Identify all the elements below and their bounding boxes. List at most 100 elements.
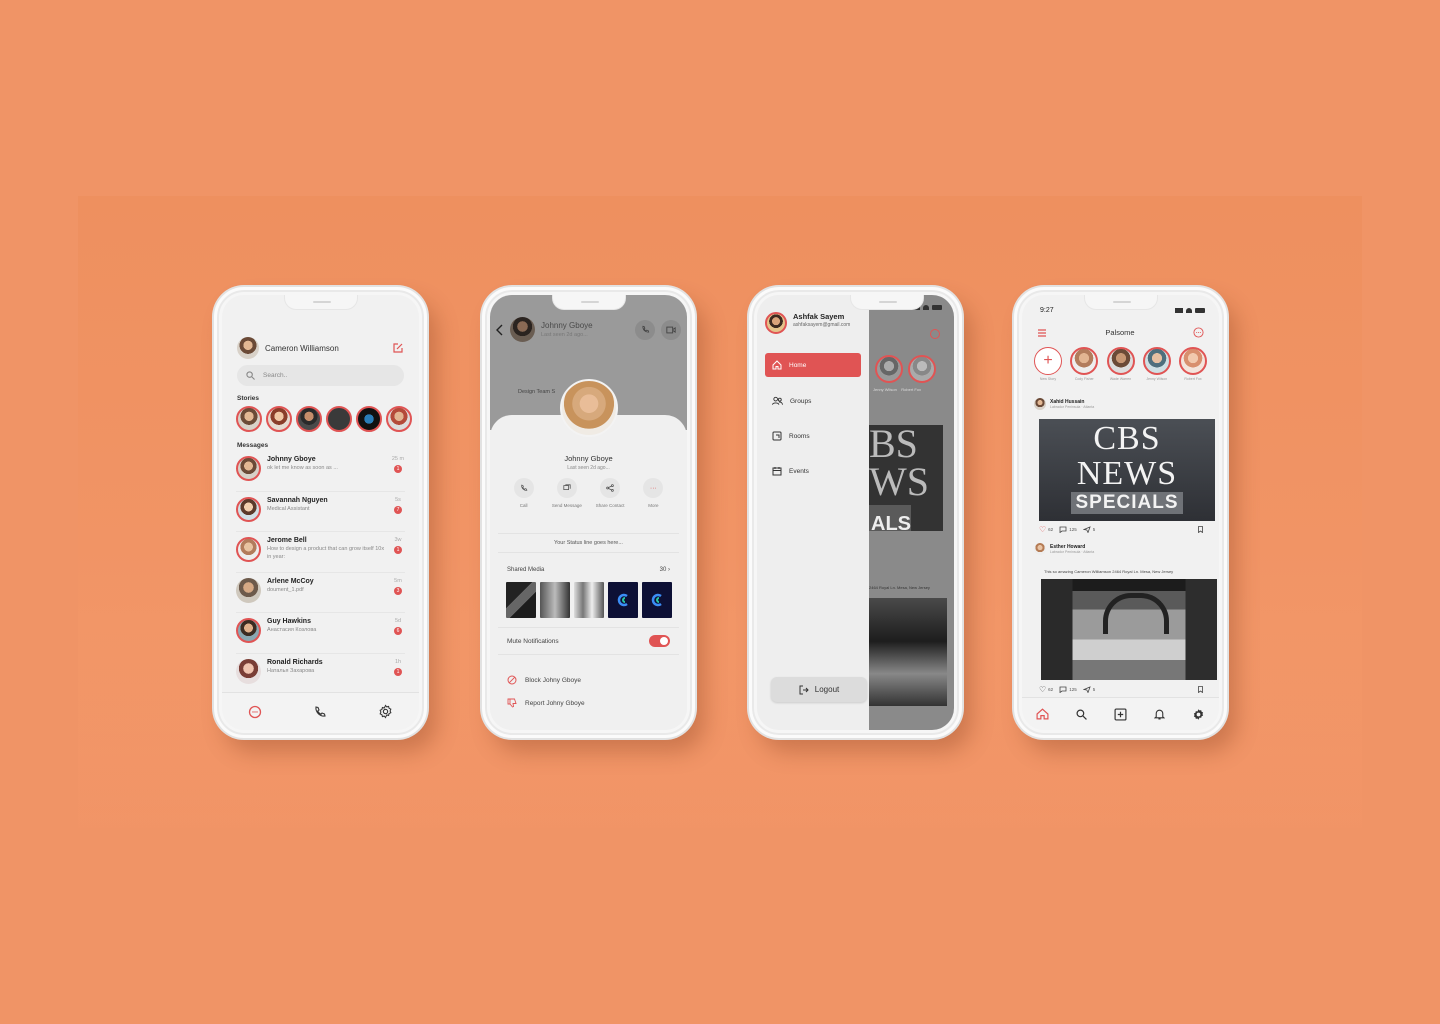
- message-preview: How to design a product that can grow it…: [267, 546, 385, 560]
- post-actions: ♡ 62 125 5: [1039, 525, 1203, 534]
- share-button[interactable]: 5: [1082, 526, 1095, 533]
- post-location: Labrador Peninsula · Atlanta: [1050, 405, 1095, 409]
- menu-item-events[interactable]: Events: [765, 459, 861, 483]
- profile-last-seen: Last seen 2d ago...: [567, 465, 610, 471]
- report-label: Report Johny Gboye: [525, 699, 585, 707]
- search-input[interactable]: Search..: [237, 365, 404, 386]
- phone-icon[interactable]: [313, 705, 327, 719]
- feed-header: Palsome: [1037, 327, 1204, 338]
- media-thumbnail[interactable]: [506, 582, 536, 618]
- bookmark-icon[interactable]: [1198, 526, 1203, 533]
- chat-icon[interactable]: [248, 705, 262, 719]
- rooms-icon: [772, 431, 782, 441]
- mute-toggle[interactable]: [649, 635, 670, 647]
- media-thumbnail[interactable]: [574, 582, 604, 618]
- messages-label: Messages: [237, 442, 269, 449]
- logout-icon: [799, 685, 809, 695]
- menu-item-rooms[interactable]: Rooms: [765, 424, 861, 448]
- media-thumbnail[interactable]: [608, 582, 638, 618]
- message-row[interactable]: Johnny Gboye ok let me know as soon as ..…: [236, 451, 405, 492]
- image-text: NEWS: [1076, 455, 1178, 492]
- avatar[interactable]: [237, 337, 259, 359]
- gear-icon[interactable]: [378, 704, 393, 719]
- send-message-action[interactable]: Send Message: [547, 478, 587, 510]
- post-header[interactable]: Esther Howard Labrador Peninsula · Atlant…: [1034, 543, 1094, 555]
- mute-notifications-row: Mute Notifications: [498, 627, 679, 655]
- video-call-button[interactable]: [661, 319, 681, 340]
- profile-photo[interactable]: [560, 379, 618, 437]
- send-icon: [1082, 686, 1091, 693]
- story-avatar[interactable]: [266, 406, 292, 432]
- message-row[interactable]: Arlene McCoy doument_1.pdf 5m 3: [236, 573, 405, 613]
- bell-icon[interactable]: [1154, 708, 1166, 720]
- call-action[interactable]: Call: [504, 478, 544, 510]
- back-icon[interactable]: [496, 324, 504, 336]
- drawer-profile[interactable]: Ashfak Sayem ashfaksayem@gmail.com: [765, 312, 857, 334]
- story-avatar: [1142, 347, 1171, 375]
- news-text: BS: [869, 425, 918, 466]
- block-contact-button[interactable]: Block Johny Gboye: [507, 675, 581, 685]
- heart-icon: ♡: [1039, 685, 1047, 694]
- like-count: 62: [1048, 527, 1054, 532]
- more-action[interactable]: ··· More: [633, 478, 673, 510]
- call-button[interactable]: [635, 319, 655, 340]
- action-label: Send Message: [551, 503, 582, 508]
- menu-item-groups[interactable]: Groups: [765, 389, 861, 413]
- report-contact-button[interactable]: Report Johny Gboye: [507, 698, 585, 708]
- contact-name: Johnny Gboye: [267, 456, 316, 463]
- stories-label: Stories: [237, 395, 260, 402]
- message-row[interactable]: Guy Hawkins Анастасия Козлова 5d 6: [236, 613, 405, 654]
- wifi-icon: [1186, 308, 1192, 313]
- message-time: 25 m: [391, 456, 405, 462]
- share-contact-action[interactable]: Share Contact: [590, 478, 630, 510]
- menu-item-home[interactable]: Home: [765, 353, 861, 377]
- story-avatar[interactable]: [236, 406, 262, 432]
- post-header[interactable]: Xahid Hussain Labrador Peninsula · Atlant…: [1034, 398, 1094, 410]
- chat-screen: Cameron Williamson Search.. Stories Mess…: [222, 295, 419, 730]
- more-icon[interactable]: [1193, 327, 1204, 338]
- add-icon[interactable]: [1114, 707, 1127, 721]
- menu-label: Rooms: [789, 432, 810, 440]
- group-tag: Design Team S: [518, 389, 556, 395]
- bookmark-icon[interactable]: [1198, 686, 1203, 693]
- shared-media-header[interactable]: Shared Media 30 ›: [507, 567, 670, 573]
- like-button[interactable]: ♡ 62: [1039, 525, 1053, 534]
- media-thumbnail[interactable]: [642, 582, 672, 618]
- compose-icon[interactable]: [392, 342, 404, 354]
- story-avatar[interactable]: [386, 406, 412, 432]
- status-icons: [1175, 307, 1205, 314]
- menu-icon[interactable]: [1037, 328, 1047, 337]
- unread-badge: 1: [394, 465, 402, 473]
- story-item[interactable]: Cody Fisher: [1068, 347, 1100, 381]
- story-item[interactable]: Robert Fox: [1177, 347, 1209, 381]
- home-icon[interactable]: [1036, 708, 1049, 720]
- post-image[interactable]: [1041, 579, 1217, 680]
- story-avatar[interactable]: [296, 406, 322, 432]
- contact-name: Jerome Bell: [267, 537, 307, 544]
- plus-icon: +: [1034, 347, 1062, 375]
- story-label: Robert Fox: [1184, 377, 1202, 381]
- share-button[interactable]: 5: [1082, 686, 1095, 693]
- new-story-button[interactable]: + New Story: [1032, 347, 1064, 381]
- shared-media-label: Shared Media: [507, 567, 545, 573]
- message-row[interactable]: Ronald Richards Наталья Захарова 1h 1: [236, 654, 405, 695]
- like-button[interactable]: ♡ 62: [1039, 685, 1053, 694]
- story-item[interactable]: Wade Warren: [1105, 347, 1137, 381]
- message-row[interactable]: Jerome Bell How to design a product that …: [236, 532, 405, 573]
- story-avatar[interactable]: [356, 406, 382, 432]
- search-icon[interactable]: [1076, 708, 1087, 720]
- comment-button[interactable]: 125: [1059, 526, 1077, 533]
- story-item[interactable]: Jenny Wilson: [1141, 347, 1173, 381]
- story-avatar: [908, 355, 936, 383]
- logout-button[interactable]: Logout: [771, 677, 867, 702]
- message-row[interactable]: Savannah Nguyen Medical Assistant 5s 7: [236, 492, 405, 532]
- search-icon: [246, 371, 255, 380]
- avatar[interactable]: [510, 317, 535, 342]
- story-avatar[interactable]: [326, 406, 352, 432]
- action-label: Share Contact: [595, 503, 625, 508]
- comment-button[interactable]: 125: [1059, 686, 1077, 693]
- home-icon: [772, 360, 782, 370]
- media-thumbnail[interactable]: [540, 582, 570, 618]
- post-image[interactable]: CBS NEWS SPECIALS: [1039, 419, 1215, 521]
- gear-icon[interactable]: [1192, 708, 1205, 721]
